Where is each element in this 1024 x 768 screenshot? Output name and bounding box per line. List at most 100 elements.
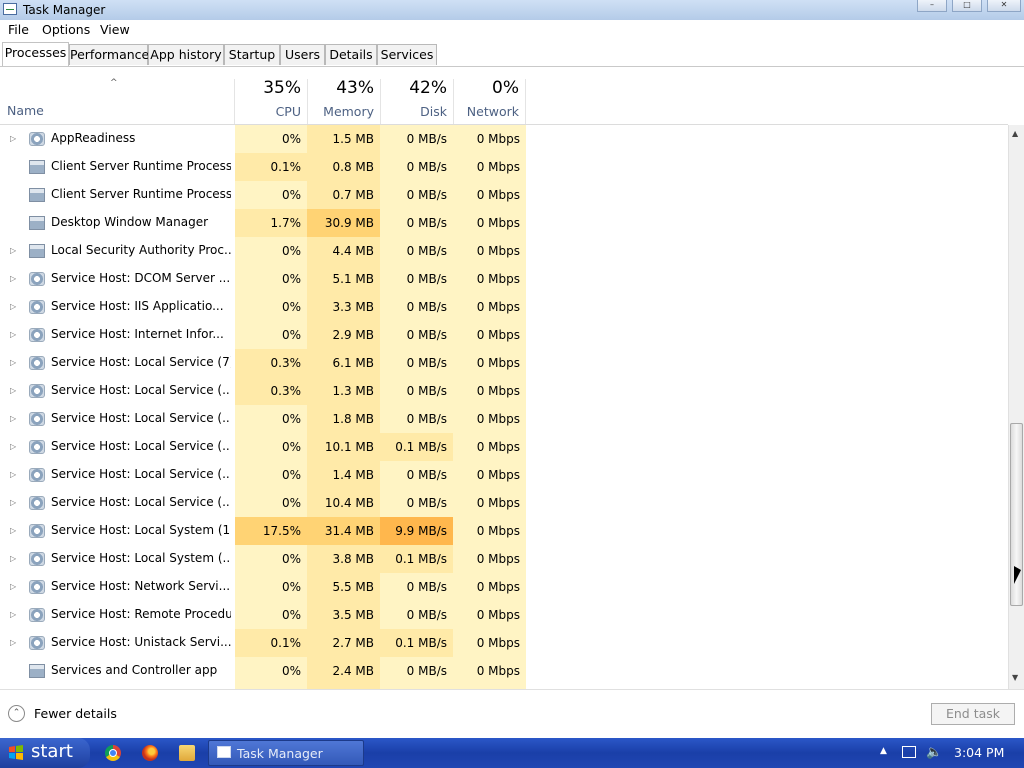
cpu-value: 0% xyxy=(235,433,307,461)
mouse-cursor-icon xyxy=(1014,566,1021,584)
clock[interactable]: 3:04 PM xyxy=(954,745,1004,760)
cpu-value: 0% xyxy=(235,545,307,573)
expand-arrow-icon[interactable]: ▷ xyxy=(10,414,18,423)
cpu-value: 17.5% xyxy=(235,517,307,545)
memory-value: 6.1 MB xyxy=(307,349,380,377)
disk-value: 0 MB/s xyxy=(380,573,453,601)
expand-arrow-icon[interactable]: ▷ xyxy=(10,134,18,143)
process-name: Local Security Authority Proc... xyxy=(51,243,231,257)
network-total: 0% xyxy=(492,78,519,98)
tab-details[interactable]: Details xyxy=(325,44,377,65)
gear-icon xyxy=(29,440,45,454)
disk-value: 0.1 MB/s xyxy=(380,629,453,657)
gear-icon xyxy=(29,580,45,594)
disk-value: 0 MB/s xyxy=(380,265,453,293)
expand-arrow-icon[interactable]: ▷ xyxy=(10,246,18,255)
memory-value: 0.8 MB xyxy=(307,153,380,181)
gear-icon xyxy=(29,468,45,482)
network-label: Network xyxy=(466,104,519,119)
expand-arrow-icon[interactable]: ▷ xyxy=(10,358,18,367)
gear-icon xyxy=(29,356,45,370)
scroll-up-icon[interactable]: ▲ xyxy=(1012,129,1018,138)
process-name: Service Host: Local Service (... xyxy=(51,411,231,425)
expand-arrow-icon[interactable]: ▷ xyxy=(10,442,18,451)
column-header-memory[interactable]: 43% Memory xyxy=(307,78,380,124)
maximize-button[interactable]: □ xyxy=(952,0,982,12)
memory-value: 4.4 MB xyxy=(307,237,380,265)
memory-value: 1.4 MB xyxy=(307,461,380,489)
cpu-value: 0% xyxy=(235,657,307,685)
disk-value: 0 MB/s xyxy=(380,405,453,433)
menu-view[interactable]: View xyxy=(100,22,130,37)
column-header-cpu[interactable]: 35% CPU xyxy=(234,78,307,124)
expand-arrow-icon[interactable]: ▷ xyxy=(10,554,18,563)
cpu-value: 0.3% xyxy=(235,377,307,405)
memory-value: 3.8 MB xyxy=(307,545,380,573)
minimize-button[interactable]: – xyxy=(917,0,947,12)
expand-arrow-icon[interactable]: ▷ xyxy=(10,330,18,339)
column-header-disk[interactable]: 42% Disk xyxy=(380,78,453,124)
tab-services[interactable]: Services xyxy=(377,44,437,65)
disk-value: 0 MB/s xyxy=(380,349,453,377)
taskbar-item-task-manager[interactable]: Task Manager xyxy=(208,740,364,766)
chrome-icon[interactable] xyxy=(105,745,121,761)
memory-value: 0.7 MB xyxy=(307,181,380,209)
end-task-button[interactable]: End task xyxy=(931,703,1015,725)
network-value: 0 Mbps xyxy=(453,573,526,601)
process-name: Service Host: Local Service (... xyxy=(51,495,231,509)
menu-file[interactable]: File xyxy=(8,22,29,37)
expand-arrow-icon[interactable]: ▷ xyxy=(10,498,18,507)
expand-arrow-icon[interactable]: ▷ xyxy=(10,386,18,395)
network-value: 0 Mbps xyxy=(453,377,526,405)
network-icon[interactable] xyxy=(902,746,916,758)
task-manager-icon xyxy=(3,3,17,15)
gear-icon xyxy=(29,272,45,286)
chevron-up-icon[interactable]: ⌃ xyxy=(8,705,25,722)
expand-arrow-icon[interactable]: ▷ xyxy=(10,470,18,479)
close-button[interactable]: ✕ xyxy=(987,0,1021,12)
disk-value: 0 MB/s xyxy=(380,461,453,489)
show-hidden-icons-icon[interactable]: ▲ xyxy=(880,746,887,756)
tab-users[interactable]: Users xyxy=(280,44,325,65)
menu-options[interactable]: Options xyxy=(42,22,90,37)
network-value: 0 Mbps xyxy=(453,433,526,461)
start-button[interactable]: start xyxy=(0,738,90,768)
disk-value: 0 MB/s xyxy=(380,181,453,209)
cpu-value: 0% xyxy=(235,601,307,629)
system-tray: ▲ 🔈 3:04 PM xyxy=(872,738,1024,768)
gear-icon xyxy=(29,328,45,342)
process-name: Client Server Runtime Process xyxy=(51,159,231,173)
expand-arrow-icon[interactable]: ▷ xyxy=(10,526,18,535)
memory-value: 2.4 MB xyxy=(307,657,380,685)
process-name: Service Host: Local Service (... xyxy=(51,439,231,453)
gear-icon xyxy=(29,132,45,146)
tab-performance[interactable]: Performance xyxy=(69,44,149,65)
memory-value: 10.4 MB xyxy=(307,489,380,517)
tab-startup[interactable]: Startup xyxy=(224,44,280,65)
vertical-scrollbar[interactable]: ▲ ▼ xyxy=(1008,125,1024,689)
disk-value: 0 MB/s xyxy=(380,153,453,181)
folder-icon[interactable] xyxy=(179,745,195,761)
cpu-value: 0% xyxy=(235,321,307,349)
process-name: Service Host: Local System (1... xyxy=(51,523,231,537)
window-icon xyxy=(29,188,45,202)
expand-arrow-icon[interactable]: ▷ xyxy=(10,274,18,283)
expand-arrow-icon[interactable]: ▷ xyxy=(10,582,18,591)
scroll-down-icon[interactable]: ▼ xyxy=(1012,673,1018,682)
cpu-value: 1.7% xyxy=(235,209,307,237)
firefox-icon[interactable] xyxy=(142,745,158,761)
expand-arrow-icon[interactable]: ▷ xyxy=(10,638,18,647)
column-header-network[interactable]: 0% Network xyxy=(453,78,526,124)
tab-processes[interactable]: Processes xyxy=(2,42,69,66)
memory-value: 3.5 MB xyxy=(307,601,380,629)
disk-value: 0 MB/s xyxy=(380,209,453,237)
tab-app-history[interactable]: App history xyxy=(148,44,224,65)
disk-value: 0 MB/s xyxy=(380,237,453,265)
fewer-details-link[interactable]: Fewer details xyxy=(34,706,117,721)
expand-arrow-icon[interactable]: ▷ xyxy=(10,302,18,311)
volume-icon[interactable]: 🔈 xyxy=(926,745,942,760)
memory-value: 31.4 MB xyxy=(307,517,380,545)
expand-arrow-icon[interactable]: ▷ xyxy=(10,610,18,619)
cpu-value: 0.1% xyxy=(235,153,307,181)
disk-value: 0.1 MB/s xyxy=(380,433,453,461)
